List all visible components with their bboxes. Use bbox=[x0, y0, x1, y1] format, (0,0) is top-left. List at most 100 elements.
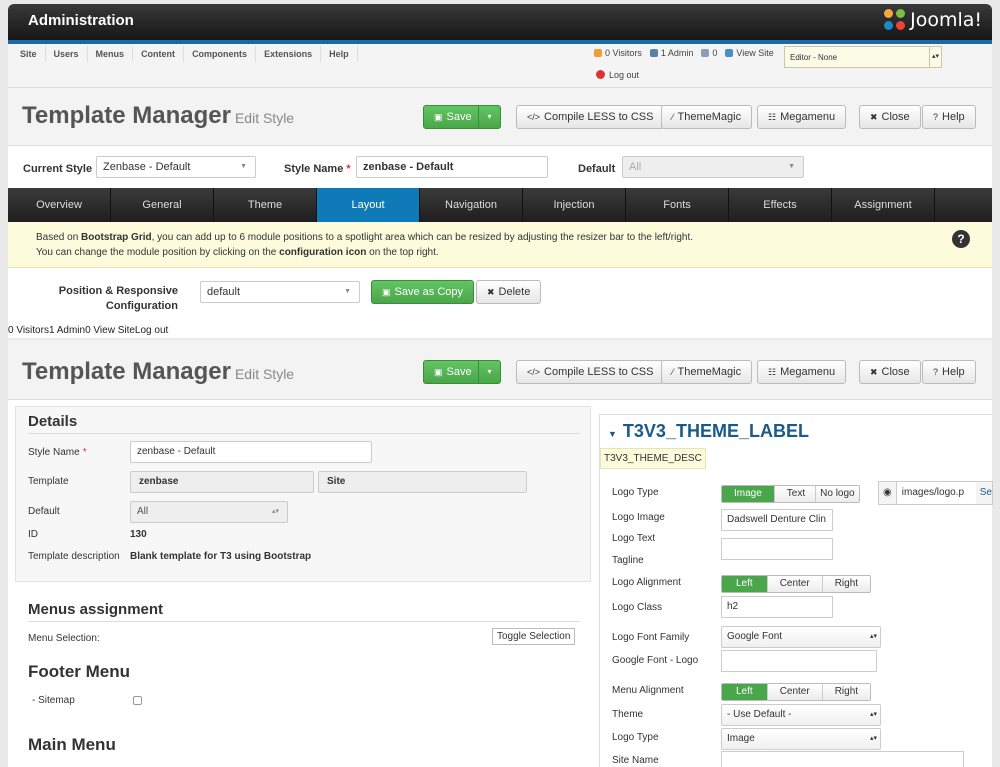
megamenu-button[interactable]: ☷ Megamenu bbox=[757, 105, 847, 129]
tab-general[interactable]: General bbox=[111, 188, 214, 222]
logo-path-field[interactable]: ◉ images/logo.p Se bbox=[878, 481, 993, 505]
details-default-value: All bbox=[137, 506, 149, 517]
thememagic-button[interactable]: ⁄ ThemeMagic bbox=[661, 360, 753, 384]
logo-class-label: Logo Class bbox=[612, 602, 663, 613]
logo-class-input[interactable]: h2 bbox=[721, 596, 833, 618]
toggle-selection-button[interactable]: Toggle Selection bbox=[492, 628, 576, 645]
close-icon: ✖ bbox=[487, 287, 495, 297]
info-text: , you can add up to 6 module positions t… bbox=[151, 232, 694, 243]
compile-less-button[interactable]: </> Compile LESS to CSS bbox=[516, 360, 665, 384]
help-icon: ? bbox=[933, 367, 939, 377]
admin-menubar: Site Users Menus Content Components Exte… bbox=[8, 44, 992, 88]
sitemap-checkbox[interactable] bbox=[133, 696, 142, 705]
menu-align-right-option[interactable]: Right bbox=[822, 684, 871, 700]
tab-injection[interactable]: Injection bbox=[523, 188, 626, 222]
page-title: Template Manager Edit Style bbox=[22, 102, 294, 130]
menu-item-users[interactable]: Users bbox=[46, 46, 88, 62]
visitors-status[interactable]: 0 Visitors bbox=[594, 48, 642, 58]
logo-type-text-option[interactable]: Text bbox=[774, 486, 817, 502]
style-name-input[interactable]: zenbase - Default bbox=[356, 156, 548, 178]
save-button[interactable]: ▣ Save ▾ bbox=[423, 360, 501, 384]
thememagic-button[interactable]: ⁄ ThemeMagic bbox=[661, 105, 753, 129]
menu-item-menus[interactable]: Menus bbox=[88, 46, 134, 62]
thememagic-label: ThemeMagic bbox=[677, 111, 742, 123]
logo-align-center-option[interactable]: Center bbox=[767, 576, 823, 592]
sitemap-icon: ☷ bbox=[768, 367, 777, 377]
help-label: Help bbox=[942, 111, 965, 123]
tab-fonts[interactable]: Fonts bbox=[626, 188, 729, 222]
help-button[interactable]: ? Help bbox=[922, 105, 976, 129]
close-button[interactable]: ✖ Close bbox=[859, 360, 921, 384]
theme-select[interactable]: - Use Default - ▴▾ bbox=[721, 704, 881, 726]
logo-type2-select[interactable]: Image ▴▾ bbox=[721, 728, 881, 750]
google-font-logo-input[interactable] bbox=[721, 650, 877, 672]
tab-assignment[interactable]: Assignment bbox=[832, 188, 935, 222]
select-image-button[interactable]: Se bbox=[976, 482, 992, 504]
tagline-label: Tagline bbox=[612, 555, 644, 566]
info-line-2: You can change the module position by cl… bbox=[36, 245, 964, 260]
tab-overview[interactable]: Overview bbox=[8, 188, 111, 222]
template-description-value: Blank template for T3 using Bootstrap bbox=[130, 551, 312, 562]
logo-alignment-toggle: Left Center Right bbox=[721, 575, 872, 593]
compile-less-button[interactable]: </> Compile LESS to CSS bbox=[516, 105, 665, 129]
megamenu-label: Megamenu bbox=[780, 366, 836, 378]
layout-select[interactable]: default ▼ bbox=[200, 281, 360, 303]
user-icon bbox=[649, 49, 658, 57]
select-caret-icon: ▴▾ bbox=[869, 735, 877, 742]
select-caret-icon: ▴▾ bbox=[869, 633, 877, 640]
tab-theme[interactable]: Theme bbox=[214, 188, 317, 222]
menu-item-extensions[interactable]: Extensions bbox=[256, 46, 322, 62]
tab-layout[interactable]: Layout bbox=[317, 188, 420, 222]
eye-icon[interactable]: ◉ bbox=[879, 482, 897, 504]
logo-align-left-option[interactable]: Left bbox=[722, 576, 768, 592]
current-style-select[interactable]: Zenbase - Default ▼ bbox=[96, 156, 256, 178]
logo-type-image-option[interactable]: Image bbox=[722, 486, 775, 502]
menu-item-content[interactable]: Content bbox=[133, 46, 185, 62]
megamenu-button[interactable]: ☷ Megamenu bbox=[757, 360, 847, 384]
menu-align-left-option[interactable]: Left bbox=[722, 684, 768, 700]
menu-item-help[interactable]: Help bbox=[321, 46, 358, 62]
question-icon[interactable]: ? bbox=[952, 230, 970, 248]
save-dropdown-caret-icon[interactable]: ▾ bbox=[478, 361, 500, 383]
help-button[interactable]: ? Help bbox=[922, 360, 976, 384]
layout-info-bar: Based on Bootstrap Grid, you can add up … bbox=[8, 222, 992, 268]
view-site-link[interactable]: View Site bbox=[725, 48, 774, 58]
logo-type-nologo-option[interactable]: No logo bbox=[816, 486, 859, 502]
page-subtitle: Edit Style bbox=[234, 110, 295, 126]
menu-alignment-label: Menu Alignment bbox=[612, 685, 684, 696]
theme-panel-title[interactable]: ▼ T3V3_THEME_LABEL bbox=[608, 421, 809, 442]
save-icon: ▣ bbox=[382, 287, 391, 297]
messages-status[interactable]: 0 bbox=[701, 48, 717, 58]
joomla-logo[interactable]: Joomla! bbox=[884, 9, 982, 31]
save-dropdown-caret-icon[interactable]: ▾ bbox=[478, 106, 500, 128]
admin-status[interactable]: 1 Admin bbox=[649, 48, 693, 58]
template-client: Site bbox=[318, 471, 527, 493]
close-button[interactable]: ✖ Close bbox=[859, 105, 921, 129]
menu-item-site[interactable]: Site bbox=[12, 46, 46, 62]
logout-icon bbox=[596, 70, 605, 79]
site-name-input[interactable] bbox=[721, 751, 964, 767]
save-button[interactable]: ▣ Save ▾ bbox=[423, 105, 501, 129]
logout-link[interactable]: Log out bbox=[596, 70, 639, 80]
info-bold: Bootstrap Grid bbox=[81, 232, 152, 243]
menu-align-center-option[interactable]: Center bbox=[767, 684, 823, 700]
editor-select[interactable]: Editor - None ▴▾ bbox=[784, 46, 942, 68]
chevron-down-icon: ▼ bbox=[240, 163, 247, 170]
details-style-name-input[interactable]: zenbase - Default bbox=[130, 441, 372, 463]
logo-align-right-option[interactable]: Right bbox=[822, 576, 871, 592]
save-icon: ▣ bbox=[434, 367, 443, 377]
status-bar: 0 Visitors 1 Admin 0 View Site bbox=[594, 48, 774, 58]
tab-effects[interactable]: Effects bbox=[729, 188, 832, 222]
info-bold: configuration icon bbox=[279, 247, 367, 258]
logo-text-input[interactable] bbox=[721, 538, 833, 560]
logout-label: Log out bbox=[609, 70, 640, 80]
toolbar-header: Template Manager Edit Style ▣ Save ▾ </> Com… bbox=[8, 88, 992, 146]
delete-button[interactable]: ✖ Delete bbox=[476, 280, 542, 304]
logo-font-family-select[interactable]: Google Font ▴▾ bbox=[721, 626, 881, 648]
logo-type2-label: Logo Type bbox=[612, 732, 659, 743]
theme-panel-desc: T3V3_THEME_DESC bbox=[600, 448, 706, 469]
menu-item-components[interactable]: Components bbox=[184, 46, 257, 62]
logo-image-input[interactable]: Dadswell Denture Clin bbox=[721, 509, 833, 531]
tab-navigation[interactable]: Navigation bbox=[420, 188, 523, 222]
save-as-copy-button[interactable]: ▣ Save as Copy bbox=[371, 280, 474, 304]
